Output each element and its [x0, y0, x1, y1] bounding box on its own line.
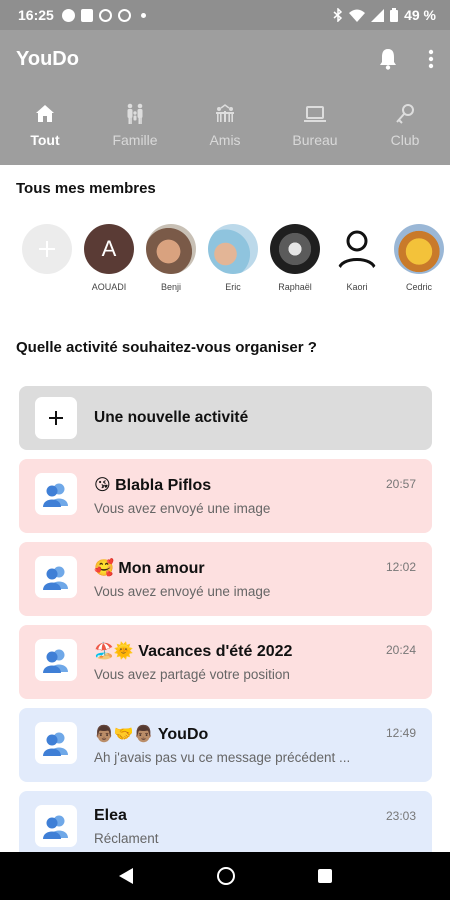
group-icon: [35, 805, 77, 847]
wifi-icon: [349, 9, 366, 22]
system-navigation-bar: [0, 852, 450, 900]
back-icon[interactable]: [117, 867, 135, 885]
group-icon: [35, 473, 77, 515]
note-notification-icon: [80, 8, 93, 22]
plus-icon: [39, 241, 55, 257]
activity-title: 👨🏽‍🤝‍👨🏽 YouDo: [94, 726, 209, 743]
more-notifications-dot-icon: [140, 12, 146, 18]
avatar: A: [84, 224, 134, 274]
activity-time: 20:57: [385, 477, 416, 491]
member-name: Cedric: [405, 282, 432, 292]
person-placeholder-icon: [337, 230, 377, 271]
new-activity-button[interactable]: Une nouvelle activité: [19, 386, 432, 450]
member-raphael[interactable]: Raphaël: [264, 224, 326, 296]
avatar: [208, 224, 258, 274]
home-icon: [36, 105, 54, 122]
laptop-icon: [304, 106, 326, 122]
home-button-icon[interactable]: [216, 866, 236, 886]
activity-time: 23:03: [385, 809, 416, 823]
status-bar: 16:25 49 %: [0, 0, 450, 30]
activity-subtitle: Vous avez envoyé une image: [94, 501, 271, 516]
member-name: Benji: [160, 282, 181, 292]
member-kaori[interactable]: Kaori: [326, 224, 388, 296]
activity-prompt: Quelle activité souhaitez-vous organiser…: [16, 339, 317, 356]
member-aouadi[interactable]: A AOUADI: [78, 224, 140, 296]
group-icon: [35, 556, 77, 598]
activity-time: 12:02: [385, 560, 416, 574]
notifications-bell-icon[interactable]: [378, 48, 398, 70]
group-icon: [35, 639, 77, 681]
family-icon: [127, 103, 143, 124]
member-cedric[interactable]: Cedric: [388, 224, 450, 296]
club-icon: [396, 104, 414, 124]
activity-subtitle: Réclament: [94, 831, 159, 846]
tab-label: Amis: [209, 132, 241, 148]
battery-percentage: 49 %: [404, 7, 436, 23]
activity-card[interactable]: 🏖️🌞 Vacances d'été 2022 Vous avez partag…: [19, 625, 432, 699]
tab-famille[interactable]: Famille: [90, 88, 180, 165]
tab-label: Club: [390, 132, 420, 148]
activity-title: 🥰 Mon amour: [94, 560, 205, 577]
activity-card[interactable]: 😘 Blabla Piflos Vous avez envoyé une ima…: [19, 459, 432, 533]
member-eric[interactable]: Eric: [202, 224, 264, 296]
avatar: [394, 224, 444, 274]
activity-title: Elea: [94, 807, 127, 824]
activity-card[interactable]: 👨🏽‍🤝‍👨🏽 YouDo Ah j'avais pas vu ce messa…: [19, 708, 432, 782]
activity-subtitle: Vous avez envoyé une image: [94, 584, 271, 599]
battery-icon: [390, 8, 399, 22]
activity-subtitle: Vous avez partagé votre position: [94, 667, 290, 682]
member-name: Raphaël: [278, 282, 312, 292]
add-member-button[interactable]: [16, 224, 78, 296]
activity-time: 12:49: [385, 726, 416, 740]
tab-tout[interactable]: Tout: [0, 88, 90, 165]
tab-club[interactable]: Club: [360, 88, 450, 165]
avatar: [332, 224, 382, 274]
tab-label: Tout: [30, 132, 60, 148]
app-title: YouDo: [16, 47, 79, 70]
tab-label: Famille: [112, 132, 158, 148]
category-tabs: Tout Famille Amis Bureau Club: [0, 88, 450, 165]
recents-icon[interactable]: [317, 868, 333, 884]
member-benji[interactable]: Benji: [140, 224, 202, 296]
member-name: Eric: [225, 282, 241, 292]
tab-label: Bureau: [292, 132, 338, 148]
activity-subtitle: Ah j'avais pas vu ce message précédent .…: [94, 750, 351, 765]
avatar: [146, 224, 196, 274]
avatar-initial: A: [101, 236, 117, 261]
friends-icon: [216, 104, 234, 122]
app-bar: YouDo: [0, 30, 450, 88]
members-section-title: Tous mes membres: [16, 180, 156, 197]
check-notification-icon-2: [117, 8, 131, 22]
bluetooth-icon: [333, 8, 343, 22]
tab-amis[interactable]: Amis: [180, 88, 270, 165]
status-time: 16:25: [18, 7, 54, 23]
new-activity-label: Une nouvelle activité: [94, 409, 249, 426]
member-name: AOUADI: [91, 282, 127, 292]
more-options-icon[interactable]: [428, 49, 434, 69]
tab-bureau[interactable]: Bureau: [270, 88, 360, 165]
new-activity-icon-box: [35, 397, 77, 439]
plus-icon: [49, 411, 63, 425]
messenger-notification-icon: [61, 8, 75, 22]
add-member-avatar: [22, 224, 72, 274]
activity-time: 20:24: [385, 643, 416, 657]
check-notification-icon: [98, 8, 112, 22]
activity-title: 😘 Blabla Piflos: [94, 477, 212, 494]
signal-icon: [371, 8, 385, 22]
group-icon: [35, 722, 77, 764]
avatar: [270, 224, 320, 274]
activity-card[interactable]: 🥰 Mon amour Vous avez envoyé une image 1…: [19, 542, 432, 616]
member-name: Kaori: [346, 282, 368, 292]
members-list: A AOUADI Benji Eric Raphaël Kaori Cedric: [16, 224, 450, 296]
activity-title: 🏖️🌞 Vacances d'été 2022: [94, 643, 293, 660]
